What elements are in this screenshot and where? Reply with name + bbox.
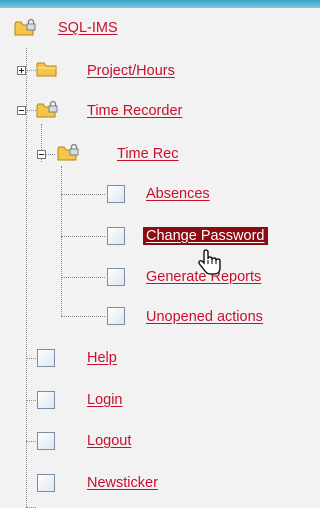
expand-toggle-project-hours[interactable] (17, 66, 26, 75)
tree-node-sql-ims: SQL-IMS (55, 15, 121, 41)
tree-node-time-rec: Time Rec (114, 141, 182, 167)
tree-link-sql-ims[interactable]: SQL-IMS (55, 19, 121, 37)
tree-node-project-hours: Project/Hours (84, 58, 178, 84)
tree-node-change-password: Change Password (143, 223, 268, 249)
tree-connector-line (61, 166, 62, 316)
page-icon (37, 432, 55, 450)
tree-node-login: Login (84, 387, 125, 413)
tree-connector-line (26, 48, 27, 507)
page-icon (37, 391, 55, 409)
folder-lock-icon (14, 18, 36, 36)
collapse-toggle-time-rec[interactable] (37, 150, 46, 159)
tree-link-time-rec[interactable]: Time Rec (114, 145, 182, 163)
tree-link-project-hours[interactable]: Project/Hours (84, 62, 178, 80)
top-banner-strip (0, 0, 320, 8)
hand-pointer-icon (198, 249, 221, 275)
tree-link-help[interactable]: Help (84, 349, 120, 367)
tree-connector-line (26, 400, 36, 401)
tree-link-time-recorder[interactable]: Time Recorder (84, 102, 185, 120)
tree-link-absences[interactable]: Absences (143, 185, 213, 203)
page-icon (37, 349, 55, 367)
tree-link-logout[interactable]: Logout (84, 432, 134, 450)
folder-lock-icon (36, 100, 58, 118)
tree-node-help: Help (84, 345, 120, 371)
tree-connector-line (26, 110, 36, 111)
page-icon (107, 268, 125, 286)
tree-connector-line (61, 277, 105, 278)
page-icon (37, 474, 55, 492)
tree-connector-line (61, 236, 105, 237)
tree-connector-line (61, 316, 105, 317)
folder-icon (36, 62, 57, 77)
tree-connector-line (26, 70, 36, 71)
tree-link-login[interactable]: Login (84, 391, 125, 409)
tree-link-change-password[interactable]: Change Password (143, 227, 268, 245)
tree-connector-line (26, 441, 36, 442)
page-icon (107, 307, 125, 325)
folder-lock-icon (57, 143, 79, 161)
tree-node-unopened-actions: Unopened actions (143, 304, 266, 330)
tree-link-newsticker[interactable]: Newsticker (84, 474, 161, 492)
tree-connector-line (61, 194, 105, 195)
page-icon (107, 227, 125, 245)
page-icon (107, 185, 125, 203)
tree-node-logout: Logout (84, 428, 134, 454)
tree-connector-line (26, 358, 36, 359)
tree-node-time-recorder: Time Recorder (84, 98, 185, 124)
tree-node-absences: Absences (143, 181, 213, 207)
collapse-toggle-time-recorder[interactable] (17, 106, 26, 115)
tree-link-unopened-actions[interactable]: Unopened actions (143, 308, 266, 326)
tree-node-newsticker: Newsticker (84, 470, 161, 496)
